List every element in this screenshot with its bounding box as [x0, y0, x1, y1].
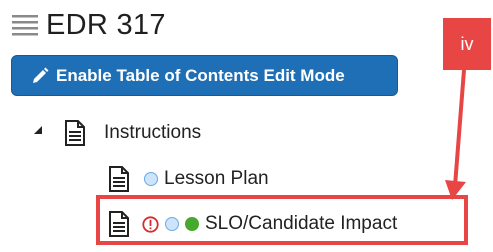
course-title: EDR 317 [46, 8, 166, 41]
annotation-tag-label: iv [460, 33, 474, 54]
enable-toc-edit-mode-label: Enable Table of Contents Edit Mode [56, 65, 345, 85]
toc-item-instructions[interactable]: Instructions [64, 118, 201, 148]
collapse-toggle-icon[interactable] [34, 126, 42, 134]
enable-toc-edit-mode-button[interactable]: Enable Table of Contents Edit Mode [11, 55, 398, 96]
document-icon [109, 166, 129, 192]
toc-item-label: Lesson Plan [164, 168, 269, 189]
toc-item-label: Instructions [104, 122, 202, 143]
annotation-tag: iv [443, 18, 491, 70]
pencil-icon [33, 67, 49, 83]
page-header: EDR 317 [10, 4, 166, 46]
annotation-highlight-box [96, 195, 468, 245]
menu-lines-icon[interactable] [10, 12, 40, 38]
status-not-started-icon [144, 172, 158, 186]
toc-item-lesson-plan[interactable]: Lesson Plan [108, 163, 269, 195]
document-icon [65, 120, 85, 146]
